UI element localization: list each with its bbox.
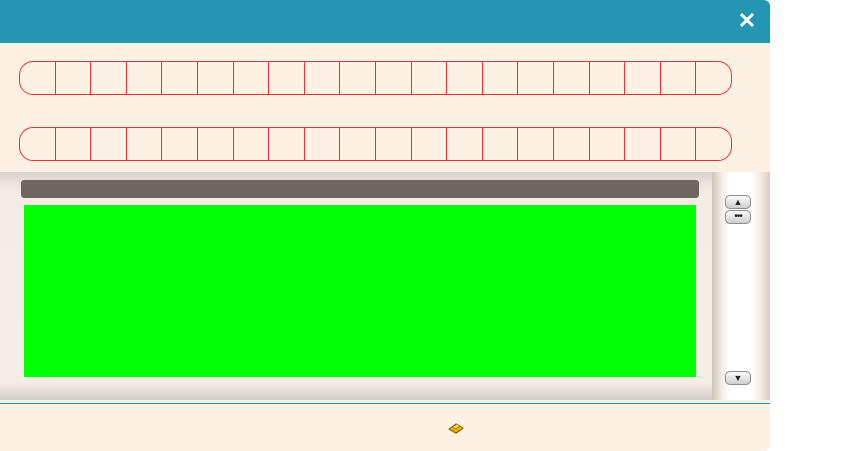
slot-cell[interactable] <box>162 128 198 160</box>
slot-cell[interactable] <box>376 62 412 94</box>
slot-cell[interactable] <box>305 128 341 160</box>
slot-cell[interactable] <box>412 62 448 94</box>
slot-cell[interactable] <box>305 62 341 94</box>
slot-cell[interactable] <box>518 128 554 160</box>
slot-cell[interactable] <box>590 128 626 160</box>
slot-row-1 <box>19 61 732 95</box>
slot-cell[interactable] <box>447 62 483 94</box>
dialog-window: ✕ ▲ ••• ▼ <box>0 0 770 451</box>
scroll-down-button[interactable]: ▼ <box>725 371 751 385</box>
slot-cell[interactable] <box>340 128 376 160</box>
slot-cell[interactable] <box>198 128 234 160</box>
slot-row-2 <box>19 127 732 161</box>
slot-cell[interactable] <box>20 62 56 94</box>
slot-cell[interactable] <box>661 62 697 94</box>
slot-cell[interactable] <box>340 62 376 94</box>
slot-cell[interactable] <box>162 62 198 94</box>
panel-header-bar <box>21 180 699 198</box>
slot-cell[interactable] <box>269 128 305 160</box>
slot-cell[interactable] <box>376 128 412 160</box>
slot-cell[interactable] <box>590 62 626 94</box>
slot-cell[interactable] <box>483 128 519 160</box>
vertical-scrollbar[interactable]: ▲ ••• ▼ <box>712 172 770 400</box>
slot-cell[interactable] <box>127 62 163 94</box>
slot-cell[interactable] <box>661 128 697 160</box>
slot-cell[interactable] <box>234 62 270 94</box>
slot-cell[interactable] <box>554 128 590 160</box>
title-bar: ✕ <box>0 0 770 43</box>
close-icon[interactable]: ✕ <box>736 10 758 32</box>
slot-cell[interactable] <box>625 128 661 160</box>
scroll-thumb[interactable]: ••• <box>725 210 751 224</box>
slot-cell[interactable] <box>234 128 270 160</box>
slot-cell[interactable] <box>483 62 519 94</box>
slot-cell[interactable] <box>20 128 56 160</box>
slot-cell[interactable] <box>91 128 127 160</box>
slot-cell[interactable] <box>696 62 731 94</box>
slot-cell[interactable] <box>56 62 92 94</box>
content-panel <box>0 172 712 400</box>
slot-cell[interactable] <box>412 128 448 160</box>
panel-content-area <box>24 205 696 377</box>
slot-cell[interactable] <box>127 128 163 160</box>
gold-bar-icon[interactable] <box>447 421 465 435</box>
slot-cell[interactable] <box>518 62 554 94</box>
slot-cell[interactable] <box>269 62 305 94</box>
slot-cell[interactable] <box>91 62 127 94</box>
slot-cell[interactable] <box>198 62 234 94</box>
slot-cell[interactable] <box>56 128 92 160</box>
slot-cell[interactable] <box>447 128 483 160</box>
scroll-up-button[interactable]: ▲ <box>725 195 751 209</box>
slot-cell[interactable] <box>696 128 731 160</box>
slot-cell[interactable] <box>625 62 661 94</box>
footer-divider <box>0 403 770 404</box>
slot-cell[interactable] <box>554 62 590 94</box>
